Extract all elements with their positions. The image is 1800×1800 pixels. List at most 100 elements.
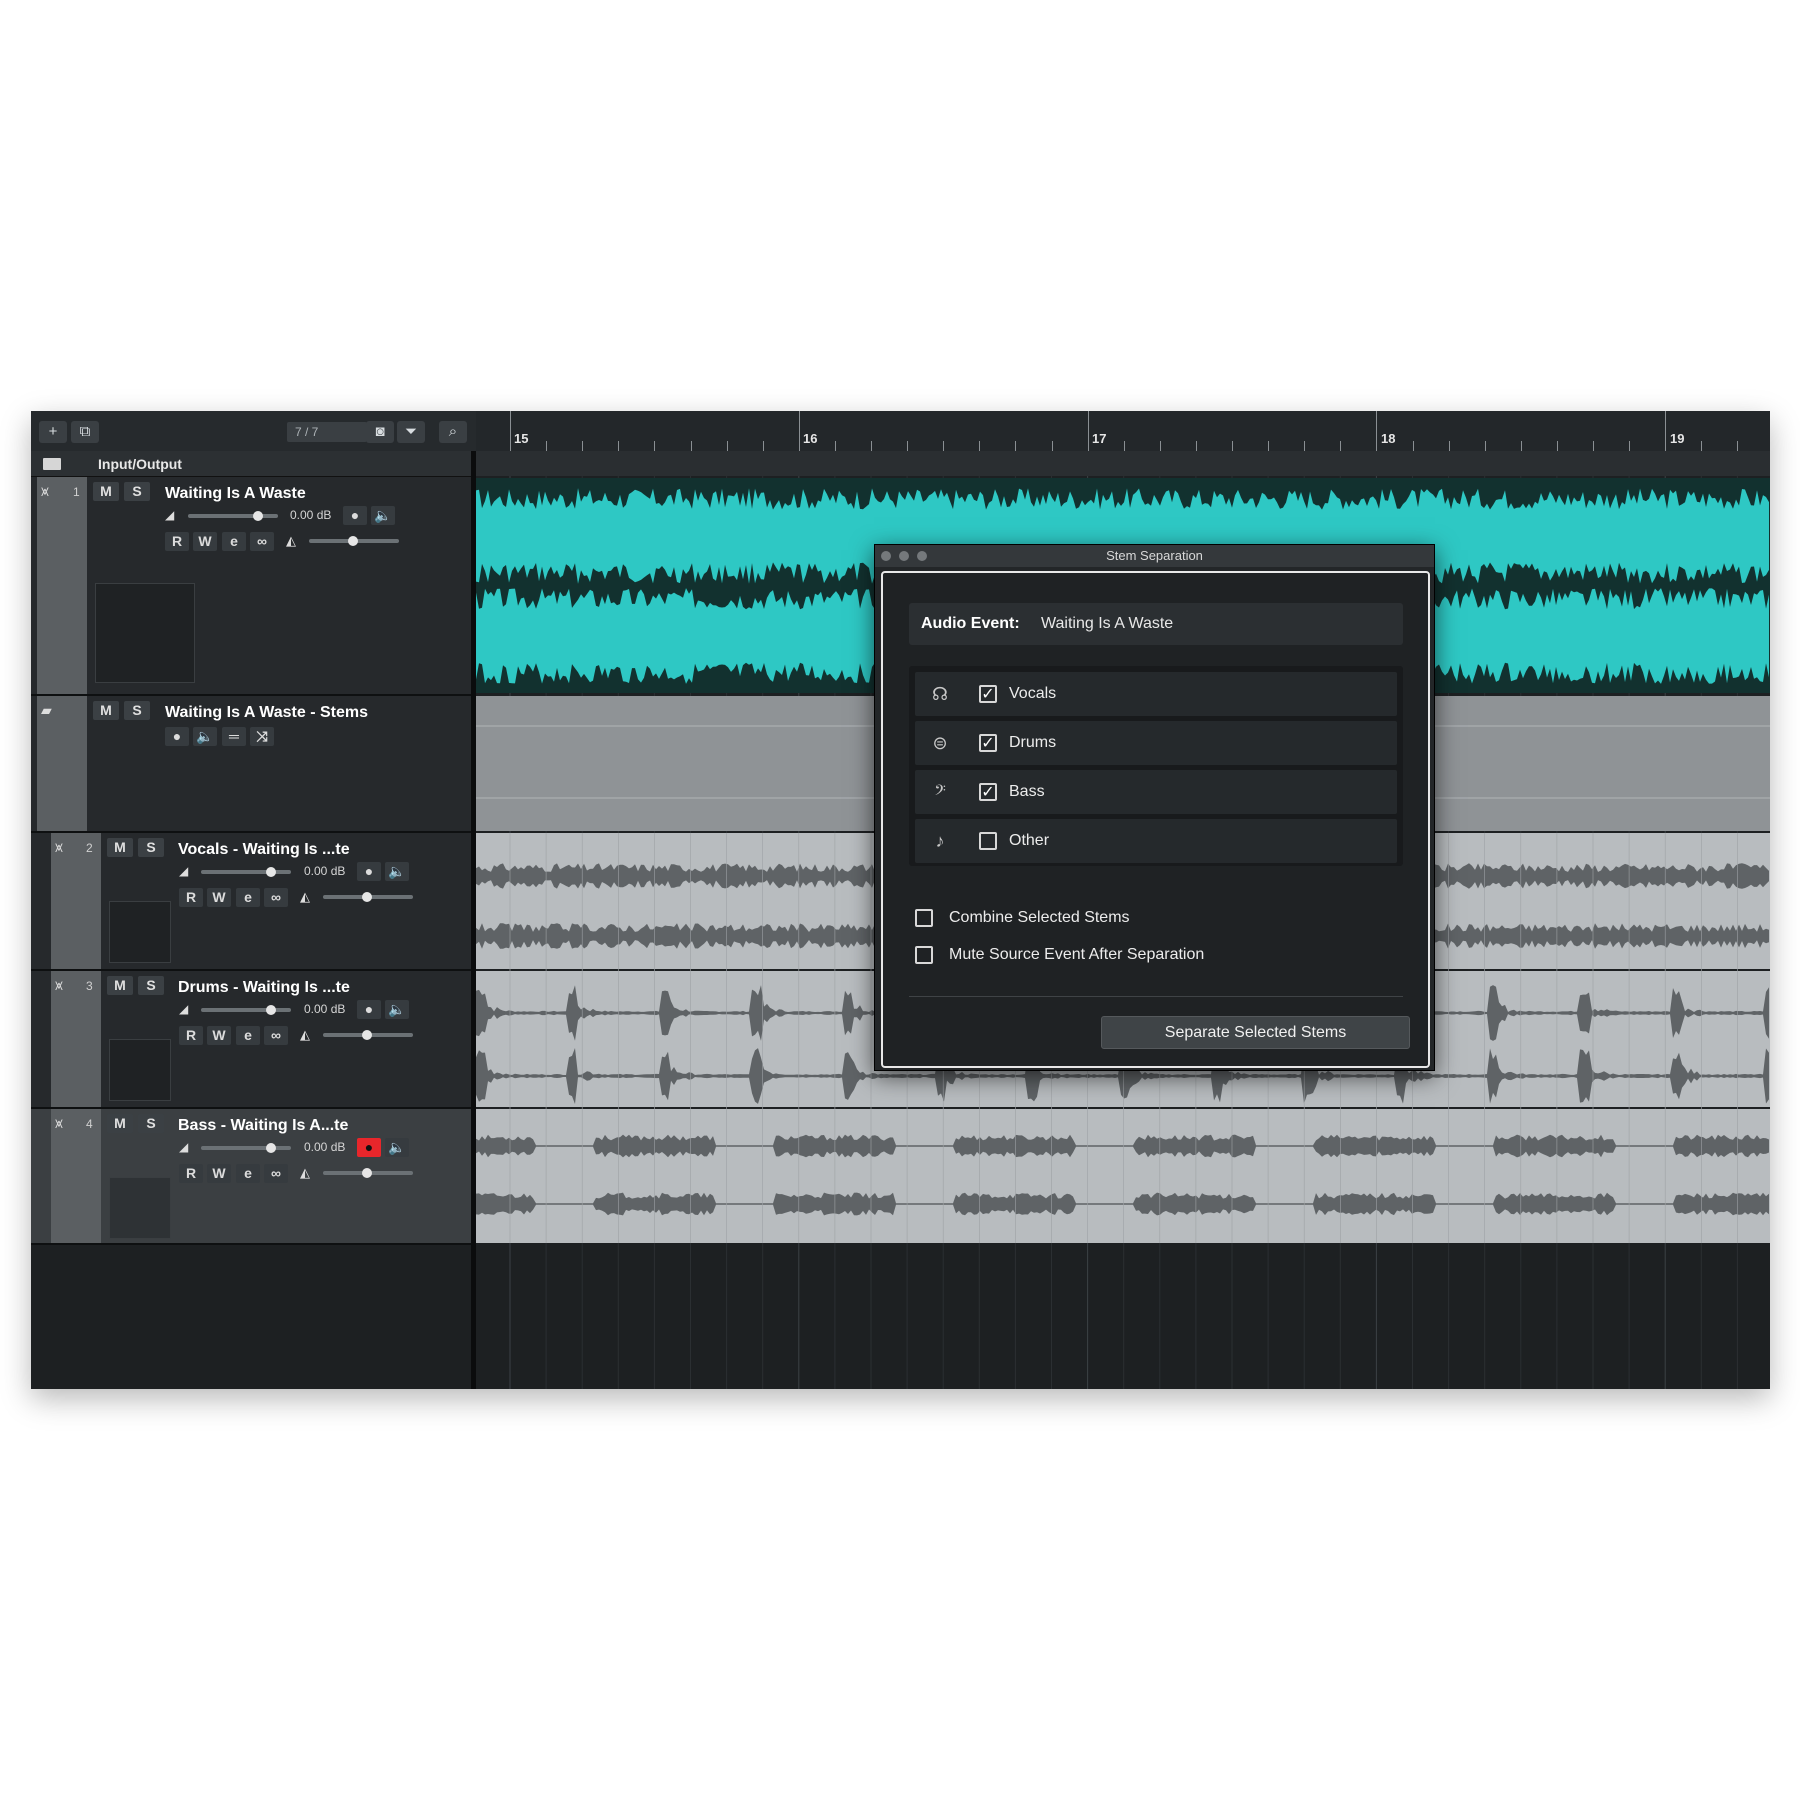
mute-button[interactable]: M [107, 838, 133, 857]
shuffle-icon[interactable]: ⤨ [250, 727, 274, 746]
volume-knob[interactable] [266, 1005, 276, 1015]
monitor-button[interactable]: ● [357, 1000, 381, 1019]
lanes-icon[interactable]: ═ [222, 727, 246, 746]
link-icon[interactable]: ∞ [264, 888, 288, 907]
ruler-tick [1015, 441, 1017, 451]
write-automation-button[interactable]: W [193, 532, 217, 551]
volume-slider[interactable] [201, 870, 291, 874]
read-automation-button[interactable]: R [179, 888, 203, 907]
track-header-2[interactable]: ⩙ 2 M S Vocals - Waiting Is ...te ◢ 0.00… [31, 833, 476, 971]
stem-row-other[interactable]: ♪ Other [915, 819, 1397, 863]
daw-window: + ⧉ 7 / 7 ◙ ⏷ ⌕ 15 16 17 18 19 Input/Out… [31, 411, 1770, 1389]
drums-checkbox[interactable]: ✓ [979, 734, 997, 752]
add-track-button[interactable]: + [39, 421, 67, 443]
read-automation-button[interactable]: R [165, 532, 189, 551]
volume-value: 0.00 dB [304, 864, 346, 878]
ruler-tick [1593, 441, 1594, 451]
pan-knob[interactable] [348, 536, 358, 546]
dialog-title: Stem Separation [875, 545, 1434, 567]
edit-channel-button[interactable]: e [222, 532, 246, 551]
stem-row-bass[interactable]: 𝄢 ✓ Bass [915, 770, 1397, 814]
track-number: 4 [86, 1117, 93, 1131]
volume-slider[interactable] [201, 1008, 291, 1012]
bass-checkbox[interactable]: ✓ [979, 783, 997, 801]
pan-icon: ◭ [300, 1165, 310, 1180]
volume-slider[interactable] [188, 514, 278, 518]
track-header-1[interactable]: ⩙ 1 M S Waiting Is A Waste ◢ 0.00 dB ● 🔈… [31, 477, 476, 696]
speaker-icon[interactable]: 🔈 [385, 862, 409, 881]
audio-event-label: Audio Event: [921, 615, 1020, 632]
speaker-icon[interactable]: 🔈 [371, 506, 395, 525]
mute-button[interactable]: M [107, 1114, 133, 1133]
other-instrument-icon: ♪ [935, 831, 945, 851]
mute-button[interactable]: M [93, 482, 119, 501]
ruler-tick [1051, 441, 1053, 451]
speaker-icon[interactable]: 🔈 [385, 1138, 409, 1157]
read-automation-button[interactable]: R [179, 1026, 203, 1045]
solo-button[interactable]: S [138, 838, 164, 857]
track-header-3[interactable]: ⩙ 3 M S Drums - Waiting Is ...te ◢ 0.00 … [31, 971, 476, 1109]
mute-source-option[interactable]: Mute Source Event After Separation [915, 944, 1395, 966]
volume-knob[interactable] [266, 867, 276, 877]
volume-icon: ◢ [165, 508, 175, 522]
stem-row-vocals[interactable]: ☊ ✓ Vocals [915, 672, 1397, 716]
ruler-tick [654, 441, 656, 451]
pan-knob[interactable] [362, 1030, 372, 1040]
mute-source-checkbox[interactable] [915, 946, 933, 964]
other-checkbox[interactable] [979, 832, 997, 850]
stems-folder-track[interactable]: ▰ M S Waiting Is A Waste - Stems ● 🔈 ═ ⤨ [31, 696, 476, 833]
track-header-4[interactable]: ⩙ 4 M S Bass - Waiting Is A...te ◢ 0.00 … [31, 1109, 476, 1245]
timeline-ruler[interactable]: 15 16 17 18 19 [476, 411, 1770, 452]
solo-button[interactable]: S [124, 701, 150, 720]
combine-stems-checkbox[interactable] [915, 909, 933, 927]
edit-channel-button[interactable]: e [236, 888, 260, 907]
write-automation-button[interactable]: W [207, 1026, 231, 1045]
stem-row-drums[interactable]: ⊜ ✓ Drums [915, 721, 1397, 765]
solo-button[interactable]: S [124, 482, 150, 501]
speaker-icon[interactable]: 🔈 [193, 727, 217, 746]
dialog-divider [909, 996, 1403, 997]
monitor-button[interactable]: ● [357, 862, 381, 881]
link-icon[interactable]: ∞ [264, 1026, 288, 1045]
ruler-tick [1556, 441, 1558, 451]
volume-value: 0.00 dB [304, 1002, 346, 1016]
camera-icon[interactable]: ◙ [366, 421, 394, 443]
edit-channel-button[interactable]: e [236, 1026, 260, 1045]
link-icon[interactable]: ∞ [264, 1164, 288, 1183]
track-color-strip [37, 477, 87, 694]
zoom-window-button[interactable] [917, 551, 927, 561]
mute-button[interactable]: M [93, 701, 119, 720]
edit-channel-button[interactable]: e [236, 1164, 260, 1183]
write-automation-button[interactable]: W [207, 888, 231, 907]
volume-knob[interactable] [266, 1143, 276, 1153]
pan-knob[interactable] [362, 892, 372, 902]
bass-clef-icon: 𝄢 [934, 782, 946, 802]
search-icon[interactable]: ⌕ [439, 421, 467, 443]
input-output-label: Input/Output [98, 456, 182, 472]
close-window-button[interactable] [881, 551, 891, 561]
link-icon[interactable]: ∞ [250, 532, 274, 551]
filter-icon[interactable]: ⏷ [397, 421, 425, 443]
monitor-button[interactable]: ● [343, 506, 367, 525]
ruler-tick [510, 411, 511, 451]
solo-button[interactable]: S [138, 1114, 164, 1133]
mute-button[interactable]: M [107, 976, 133, 995]
read-automation-button[interactable]: R [179, 1164, 203, 1183]
solo-button[interactable]: S [138, 976, 164, 995]
volume-icon: ◢ [179, 864, 189, 878]
volume-knob[interactable] [253, 511, 263, 521]
duplicate-track-button[interactable]: ⧉ [71, 421, 99, 443]
minimize-window-button[interactable] [899, 551, 909, 561]
separate-stems-button[interactable]: Separate Selected Stems [1101, 1016, 1410, 1049]
record-enable-button[interactable]: ● [357, 1138, 381, 1157]
speaker-icon[interactable]: 🔈 [385, 1000, 409, 1019]
combine-stems-option[interactable]: Combine Selected Stems [915, 907, 1395, 929]
track-picture-slot [109, 1177, 171, 1239]
volume-icon: ◢ [179, 1002, 189, 1016]
input-output-row[interactable]: Input/Output [31, 451, 476, 477]
monitor-button[interactable]: ● [165, 727, 189, 746]
pan-knob[interactable] [362, 1168, 372, 1178]
volume-slider[interactable] [201, 1146, 291, 1150]
vocals-checkbox[interactable]: ✓ [979, 685, 997, 703]
write-automation-button[interactable]: W [207, 1164, 231, 1183]
